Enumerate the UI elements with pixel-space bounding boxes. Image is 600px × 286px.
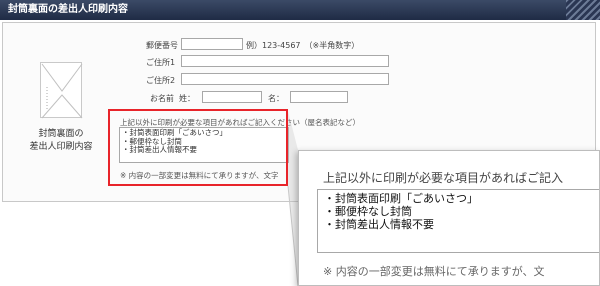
zoom-remarks-line: ・封筒差出人情報不要 bbox=[324, 218, 434, 231]
zoom-remarks-note: ※ 内容の一部変更は無料にて承りますが、文 bbox=[323, 265, 545, 278]
zoom-remarks-label: 上記以外に印刷が必要な項目があればご記入 bbox=[323, 171, 564, 185]
zoom-remarks-textarea: ・封筒表面印刷「ごあいさつ」 ・郵便枠なし封筒 ・封筒差出人情報不要 bbox=[317, 189, 599, 253]
zoom-remarks-line: ・郵便枠なし封筒 bbox=[324, 205, 412, 218]
zoom-callout: 上記以外に印刷が必要な項目があればご記入 ・封筒表面印刷「ごあいさつ」 ・郵便枠… bbox=[298, 150, 600, 286]
zoom-remarks-line: ・封筒表面印刷「ごあいさつ」 bbox=[324, 192, 478, 205]
